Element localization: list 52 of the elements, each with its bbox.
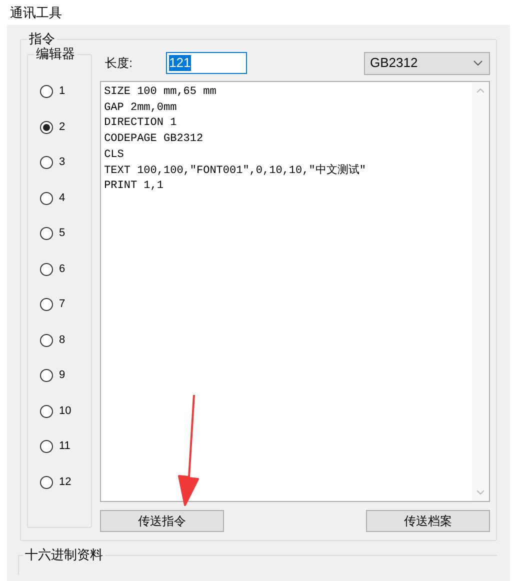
group-title: 十六进制资料 [23, 546, 105, 564]
length-label: 长度: [104, 55, 134, 72]
code-line: SIZE 100 mm,65 mm [104, 85, 216, 100]
send-button[interactable]: 传送指令 [100, 510, 224, 532]
radio-label: 4 [59, 192, 66, 204]
group-title: 编辑器 [34, 45, 77, 63]
radio-button[interactable] [40, 85, 53, 98]
radio-option[interactable]: 8 [40, 334, 66, 369]
radio-button[interactable] [40, 334, 53, 346]
radio-label: 7 [59, 298, 66, 311]
radio-label: 5 [59, 227, 66, 240]
radio-button[interactable] [40, 227, 53, 240]
radio-option[interactable]: 12 [40, 476, 72, 511]
radio-option[interactable]: 5 [40, 227, 66, 262]
encoding-dropdown[interactable]: GB2312 [364, 52, 490, 74]
radio-option[interactable]: 11 [40, 440, 70, 476]
radio-label: 9 [59, 369, 66, 382]
window-title: 通讯工具 [10, 5, 62, 20]
radio-label: 8 [59, 334, 66, 346]
code-line: CODEPAGE GB2312 [104, 132, 204, 148]
radio-button[interactable] [40, 440, 53, 453]
radio-button[interactable] [40, 298, 53, 311]
code-line: DIRECTION 1 [104, 116, 177, 132]
radio-label: 11 [59, 440, 70, 453]
code-line: PRINT 1,1 [104, 179, 164, 194]
radio-option[interactable]: 2 [40, 120, 66, 156]
code-line: CLS [104, 148, 124, 163]
code-line: TEXT 100,100,"FONT001",0,10,10,"中文测试" [104, 164, 366, 179]
radio-option[interactable]: 9 [40, 369, 66, 404]
radio-label: 2 [59, 120, 66, 134]
send-button[interactable]: 传送档案 [366, 510, 490, 532]
radio-option[interactable]: 6 [40, 262, 66, 298]
radio-label: 10 [59, 404, 72, 418]
radio-label: 6 [59, 262, 66, 276]
radio-button[interactable] [40, 192, 53, 204]
length-input[interactable]: 121 [166, 52, 248, 74]
radio-button[interactable] [40, 404, 53, 418]
radio-option[interactable]: 3 [40, 156, 66, 192]
radio-label: 1 [59, 85, 66, 98]
radio-label: 12 [59, 476, 72, 488]
radio-option[interactable]: 7 [40, 298, 66, 334]
radio-label: 3 [59, 156, 66, 169]
radio-option[interactable]: 10 [40, 404, 72, 440]
radio-button[interactable] [40, 369, 53, 382]
radio-option[interactable]: 4 [40, 192, 66, 227]
code-line: GAP 2mm,0mm [104, 100, 177, 116]
radio-button[interactable] [40, 120, 53, 134]
radio-button[interactable] [40, 156, 53, 169]
radio-option[interactable]: 1 [40, 85, 66, 120]
radio-button[interactable] [40, 476, 53, 488]
chevron-down-icon [473, 60, 483, 66]
radio-button[interactable] [40, 262, 53, 276]
